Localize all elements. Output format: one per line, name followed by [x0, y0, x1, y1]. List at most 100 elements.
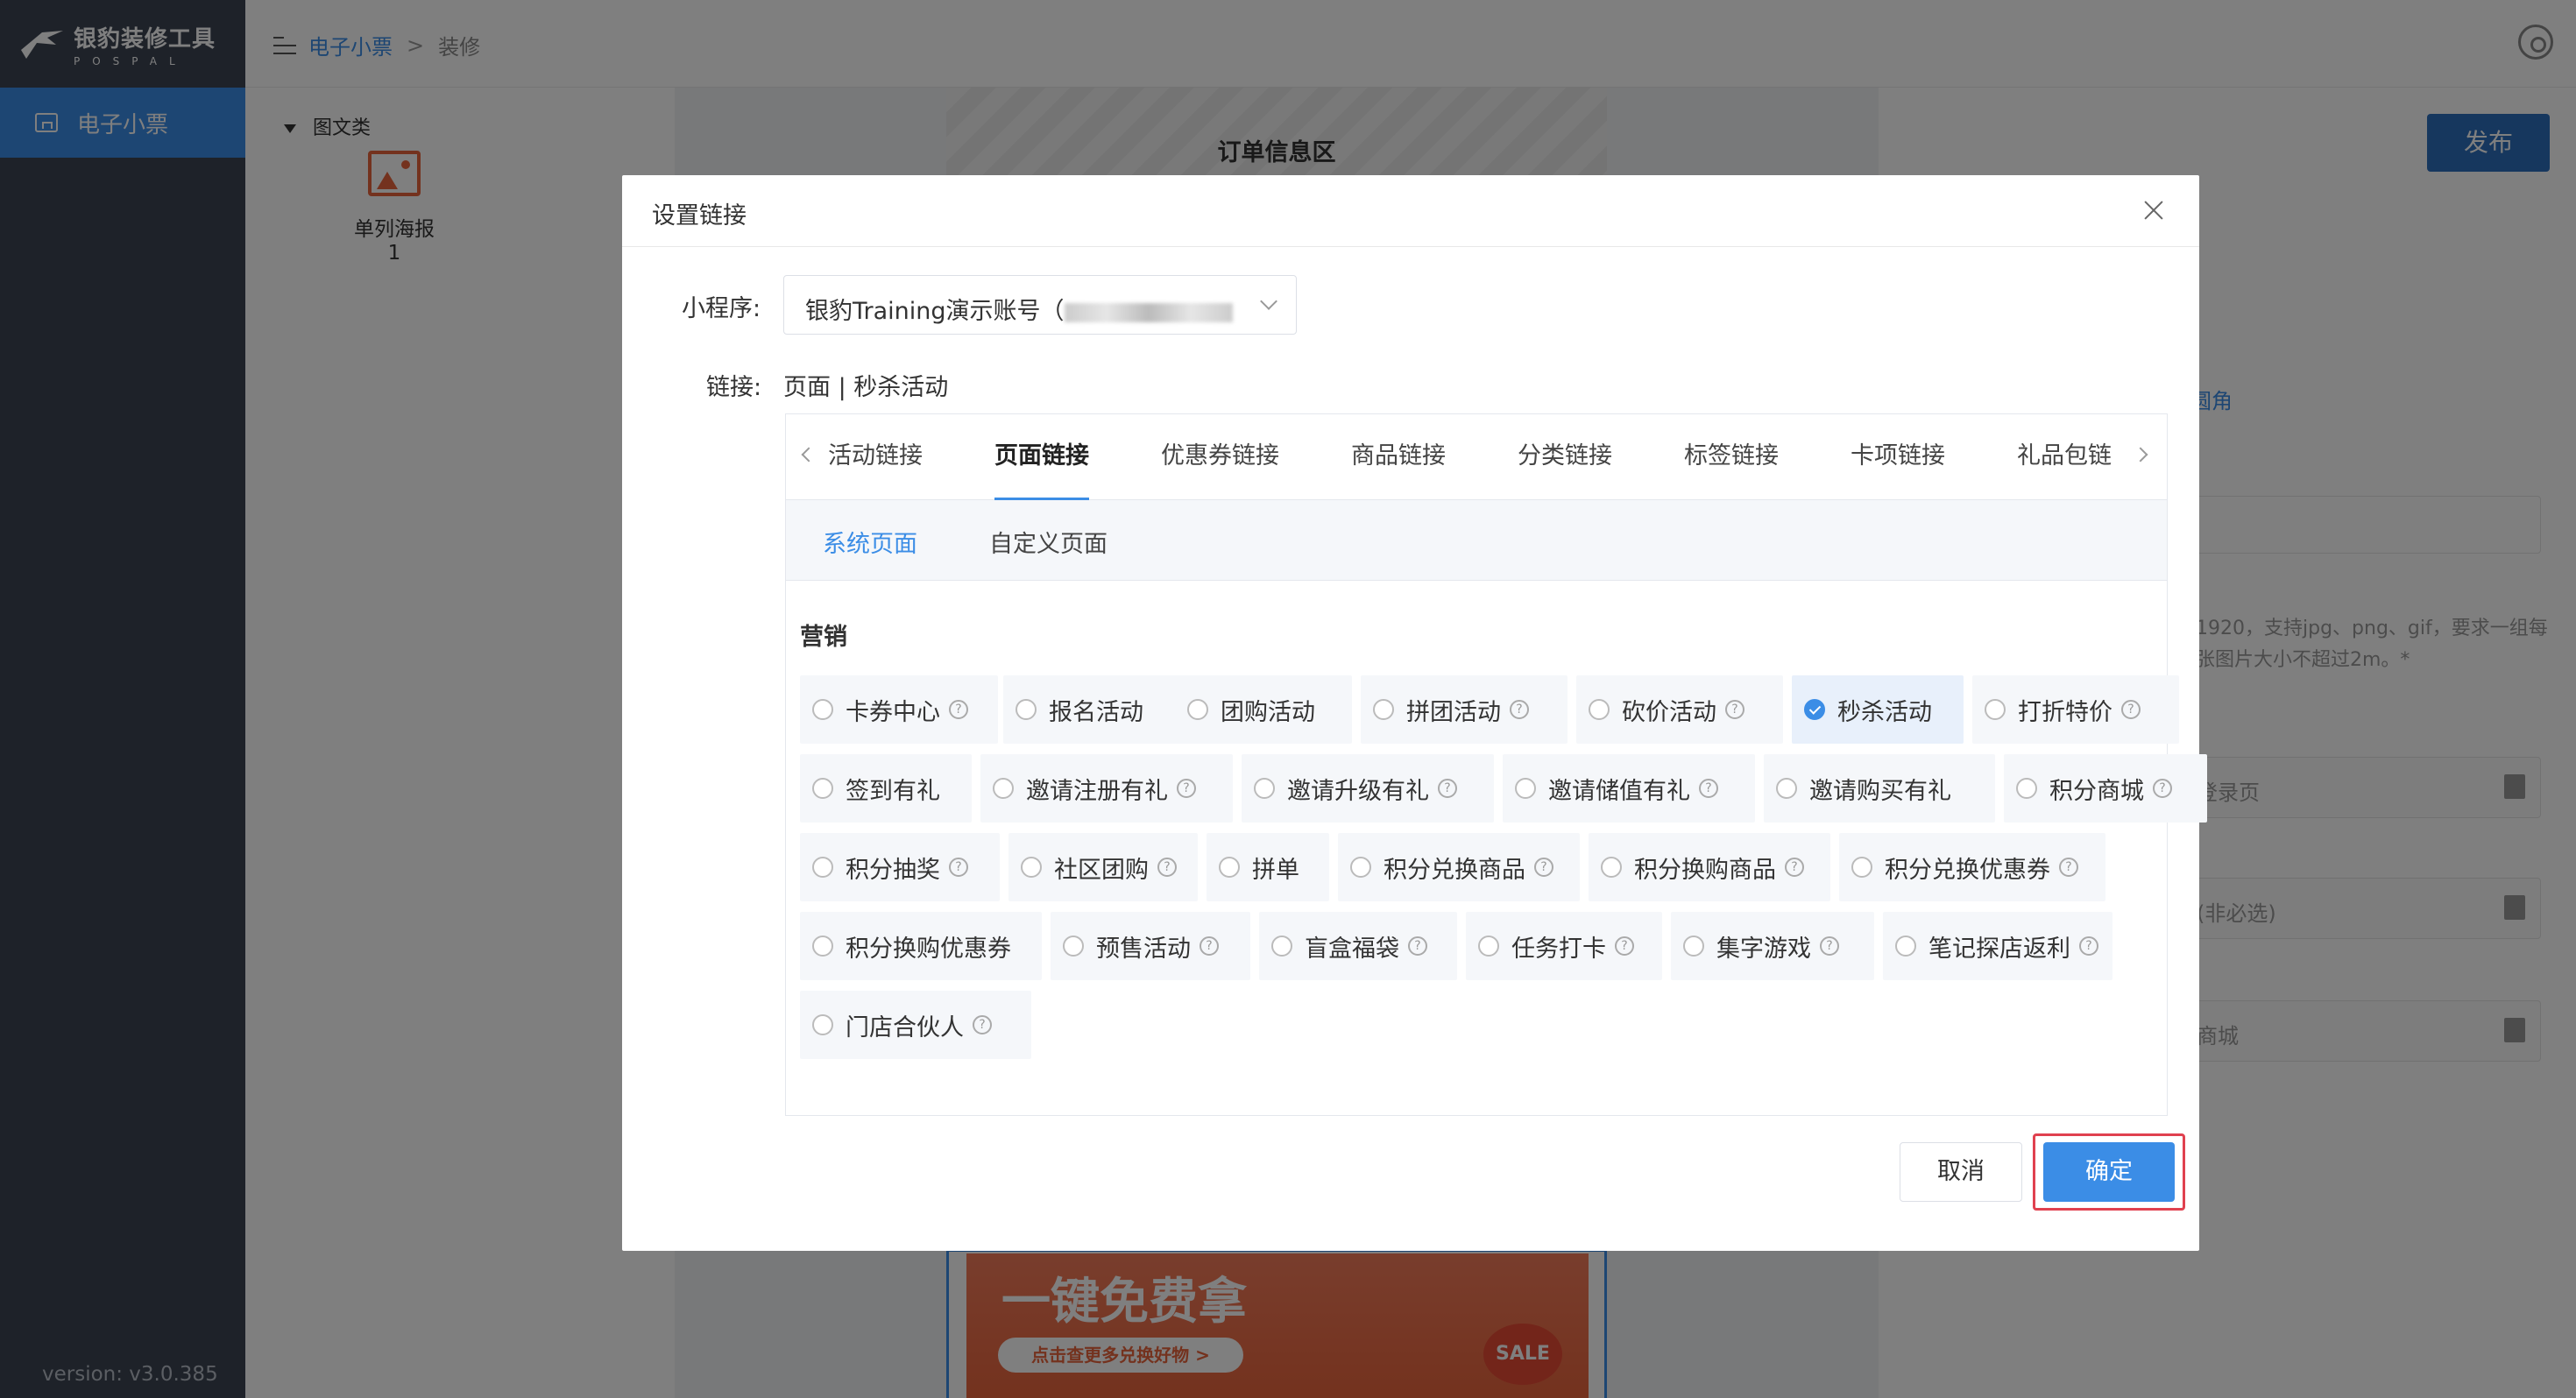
- radio-icon[interactable]: [1021, 857, 1042, 878]
- option-item[interactable]: 集字游戏?: [1671, 912, 1874, 980]
- option-item[interactable]: 邀请储值有礼?: [1503, 754, 1755, 823]
- radio-icon[interactable]: [1063, 936, 1084, 957]
- option-item[interactable]: 打折特价?: [1972, 675, 2179, 744]
- help-icon[interactable]: ?: [1615, 936, 1634, 956]
- option-label: 邀请购买有礼: [1809, 777, 1951, 805]
- help-icon[interactable]: ?: [1785, 858, 1804, 877]
- tab-activity-link[interactable]: 活动链接: [828, 414, 923, 500]
- radio-icon[interactable]: [812, 778, 833, 799]
- option-item[interactable]: 社区团购?: [1008, 833, 1198, 901]
- option-item[interactable]: 拼单: [1207, 833, 1329, 901]
- option-item[interactable]: 邀请注册有礼?: [980, 754, 1233, 823]
- radio-icon[interactable]: [2016, 778, 2037, 799]
- section-title: 营销: [800, 624, 847, 651]
- radio-icon[interactable]: [993, 778, 1014, 799]
- radio-icon[interactable]: [1601, 857, 1622, 878]
- help-icon[interactable]: ?: [1510, 700, 1529, 719]
- tab-coupon-link[interactable]: 优惠券链接: [1161, 414, 1279, 500]
- radio-icon[interactable]: [1895, 936, 1916, 957]
- option-item[interactable]: 预售活动?: [1051, 912, 1250, 980]
- option-item[interactable]: 笔记探店返利?: [1883, 912, 2112, 980]
- option-item[interactable]: 盲盒福袋?: [1259, 912, 1457, 980]
- option-label: 盲盒福袋: [1305, 935, 1399, 963]
- option-label: 签到有礼: [846, 777, 940, 805]
- radio-icon[interactable]: [1589, 699, 1610, 720]
- radio-icon[interactable]: [1478, 936, 1499, 957]
- radio-icon[interactable]: [1254, 778, 1275, 799]
- radio-icon[interactable]: [812, 699, 833, 720]
- help-icon[interactable]: ?: [949, 700, 968, 719]
- option-item[interactable]: 积分商城?: [2004, 754, 2207, 823]
- radio-icon[interactable]: [1350, 857, 1371, 878]
- help-icon[interactable]: ?: [973, 1015, 992, 1034]
- tab-tag-link[interactable]: 标签链接: [1684, 414, 1779, 500]
- chevron-right-icon[interactable]: [2133, 447, 2148, 462]
- option-item[interactable]: 团购活动: [1175, 675, 1352, 744]
- help-icon[interactable]: ?: [1200, 936, 1219, 956]
- option-label: 积分兑换优惠券: [1885, 856, 2050, 884]
- tab-custom-page[interactable]: 自定义页面: [989, 525, 1108, 559]
- help-icon[interactable]: ?: [1725, 700, 1744, 719]
- close-icon[interactable]: [2141, 198, 2166, 222]
- radio-icon[interactable]: [812, 936, 833, 957]
- tab-system-page[interactable]: 系统页面: [823, 525, 917, 559]
- radio-icon[interactable]: [812, 857, 833, 878]
- radio-checked-icon[interactable]: [1804, 699, 1825, 720]
- option-label: 拼单: [1252, 856, 1299, 884]
- option-item[interactable]: 积分兑换商品?: [1338, 833, 1580, 901]
- option-item[interactable]: 邀请购买有礼: [1764, 754, 1995, 823]
- option-item[interactable]: 砍价活动?: [1576, 675, 1783, 744]
- help-icon[interactable]: ?: [1534, 858, 1553, 877]
- option-item[interactable]: 任务打卡?: [1466, 912, 1662, 980]
- option-item[interactable]: 秒杀活动: [1792, 675, 1964, 744]
- cancel-button[interactable]: 取消: [1900, 1142, 2022, 1202]
- tab-page-link[interactable]: 页面链接: [994, 414, 1089, 500]
- radio-icon[interactable]: [1985, 699, 2006, 720]
- option-item[interactable]: 积分抽奖?: [800, 833, 1000, 901]
- help-icon[interactable]: ?: [1157, 858, 1177, 877]
- option-item[interactable]: 门店合伙人?: [800, 991, 1031, 1059]
- option-item[interactable]: 拼团活动?: [1361, 675, 1568, 744]
- help-icon[interactable]: ?: [1177, 779, 1196, 798]
- radio-icon[interactable]: [1373, 699, 1394, 720]
- radio-icon[interactable]: [1016, 699, 1037, 720]
- link-value: 页面 | 秒杀活动: [783, 374, 949, 401]
- tab-category-link[interactable]: 分类链接: [1518, 414, 1612, 500]
- option-item[interactable]: 积分换购优惠券: [800, 912, 1042, 980]
- tab-gift-link[interactable]: 礼品包链: [2017, 414, 2112, 500]
- option-label: 集字游戏: [1716, 935, 1811, 963]
- help-icon[interactable]: ?: [1438, 779, 1457, 798]
- radio-icon[interactable]: [1515, 778, 1536, 799]
- chevron-left-icon[interactable]: [801, 447, 817, 462]
- help-icon[interactable]: ?: [1699, 779, 1718, 798]
- option-item[interactable]: 卡券中心?: [800, 675, 998, 744]
- help-icon[interactable]: ?: [1408, 936, 1427, 956]
- option-label: 任务打卡: [1511, 935, 1606, 963]
- option-label: 打折特价: [2018, 698, 2112, 726]
- help-icon[interactable]: ?: [2059, 858, 2078, 877]
- radio-icon[interactable]: [1683, 936, 1704, 957]
- option-item[interactable]: 报名活动: [1003, 675, 1187, 744]
- radio-icon[interactable]: [1219, 857, 1240, 878]
- radio-icon[interactable]: [1776, 778, 1797, 799]
- option-label: 秒杀活动: [1837, 698, 1932, 726]
- radio-icon[interactable]: [1271, 936, 1292, 957]
- help-icon[interactable]: ?: [2079, 936, 2098, 956]
- help-icon[interactable]: ?: [1820, 936, 1839, 956]
- radio-icon[interactable]: [1851, 857, 1872, 878]
- option-item[interactable]: 积分兑换优惠券?: [1839, 833, 2105, 901]
- option-item[interactable]: 积分换购商品?: [1589, 833, 1830, 901]
- confirm-button[interactable]: 确定: [2043, 1142, 2175, 1202]
- radio-icon[interactable]: [812, 1014, 833, 1035]
- mini-program-select[interactable]: 银豹Training演示账号（: [783, 275, 1297, 335]
- help-icon[interactable]: ?: [2153, 779, 2172, 798]
- option-item[interactable]: 签到有礼: [800, 754, 972, 823]
- option-label: 拼团活动: [1406, 698, 1501, 726]
- help-icon[interactable]: ?: [949, 858, 968, 877]
- page-type-tabs: 系统页面 自定义页面: [786, 500, 2167, 581]
- tab-product-link[interactable]: 商品链接: [1351, 414, 1446, 500]
- help-icon[interactable]: ?: [2121, 700, 2141, 719]
- radio-icon[interactable]: [1187, 699, 1208, 720]
- tab-card-link[interactable]: 卡项链接: [1851, 414, 1945, 500]
- option-item[interactable]: 邀请升级有礼?: [1242, 754, 1494, 823]
